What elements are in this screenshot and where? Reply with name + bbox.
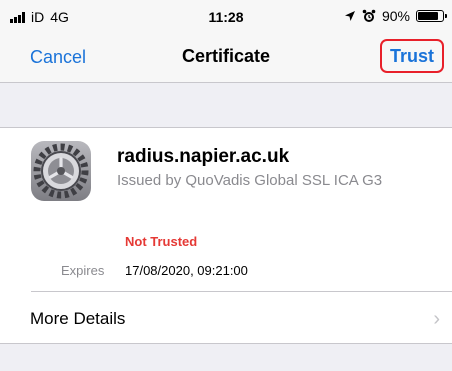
navigation-bar: Cancel Certificate Trust — [0, 34, 452, 83]
more-details-row[interactable]: More Details › — [0, 292, 452, 342]
trust-button[interactable]: Trust — [380, 39, 444, 73]
battery-percent: 90% — [381, 8, 410, 24]
status-bar: iD 4G 11:28 90% — [0, 0, 452, 34]
alarm-icon — [362, 9, 376, 22]
certificate-issuer: Issued by QuoVadis Global SSL ICA G3 — [117, 172, 383, 189]
status-bar-right: 90% — [344, 8, 447, 24]
settings-gear-icon — [31, 141, 91, 201]
battery-icon — [416, 10, 447, 22]
more-details-label: More Details — [30, 309, 126, 328]
certificate-name: radius.napier.ac.uk — [117, 146, 290, 167]
expires-label: Expires — [61, 263, 105, 278]
trust-button-label: Trust — [389, 45, 434, 66]
expires-value: 17/08/2020, 09:21:00 — [125, 263, 248, 278]
cancel-button[interactable]: Cancel — [30, 47, 86, 68]
certificate-card: radius.napier.ac.uk Issued by QuoVadis G… — [0, 127, 452, 344]
location-icon — [344, 11, 355, 21]
chevron-right-icon: › — [433, 308, 440, 330]
trust-status: Not Trusted — [125, 234, 198, 249]
